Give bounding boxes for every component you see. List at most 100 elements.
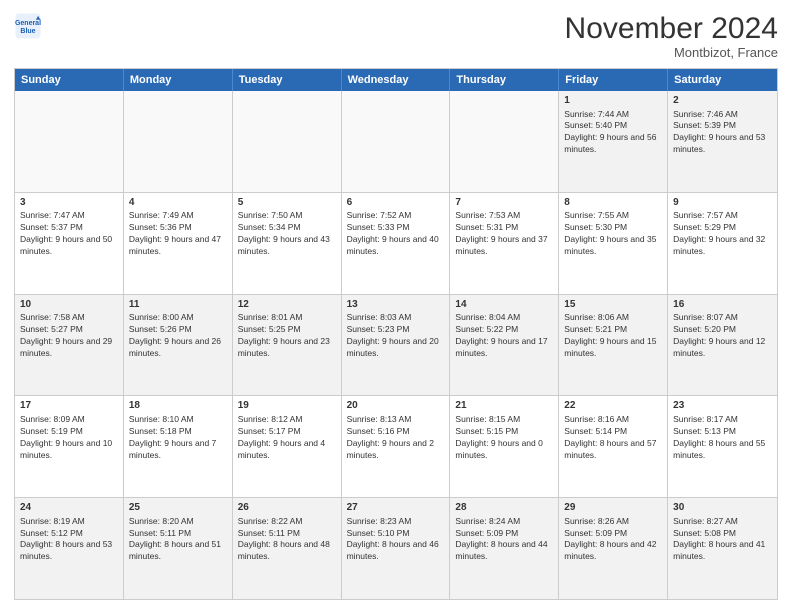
weekday-header: Tuesday (233, 69, 342, 91)
logo: General Blue (14, 12, 42, 40)
calendar-cell: 6Sunrise: 7:52 AM Sunset: 5:33 PM Daylig… (342, 193, 451, 294)
calendar-cell: 26Sunrise: 8:22 AM Sunset: 5:11 PM Dayli… (233, 498, 342, 599)
day-number: 6 (347, 196, 445, 210)
calendar-cell (342, 91, 451, 192)
calendar-cell (450, 91, 559, 192)
day-number: 24 (20, 501, 118, 515)
day-number: 8 (564, 196, 662, 210)
cell-content: Sunrise: 8:01 AM Sunset: 5:25 PM Dayligh… (238, 312, 336, 360)
day-number: 14 (455, 298, 553, 312)
day-number: 17 (20, 399, 118, 413)
day-number: 10 (20, 298, 118, 312)
cell-content: Sunrise: 8:27 AM Sunset: 5:08 PM Dayligh… (673, 516, 772, 564)
cell-content: Sunrise: 8:15 AM Sunset: 5:15 PM Dayligh… (455, 414, 553, 462)
day-number: 11 (129, 298, 227, 312)
day-number: 15 (564, 298, 662, 312)
day-number: 4 (129, 196, 227, 210)
cell-content: Sunrise: 8:06 AM Sunset: 5:21 PM Dayligh… (564, 312, 662, 360)
day-number: 7 (455, 196, 553, 210)
calendar-cell: 28Sunrise: 8:24 AM Sunset: 5:09 PM Dayli… (450, 498, 559, 599)
cell-content: Sunrise: 8:07 AM Sunset: 5:20 PM Dayligh… (673, 312, 772, 360)
calendar-cell: 20Sunrise: 8:13 AM Sunset: 5:16 PM Dayli… (342, 396, 451, 497)
calendar-row: 17Sunrise: 8:09 AM Sunset: 5:19 PM Dayli… (15, 396, 777, 498)
cell-content: Sunrise: 8:16 AM Sunset: 5:14 PM Dayligh… (564, 414, 662, 462)
calendar-cell: 1Sunrise: 7:44 AM Sunset: 5:40 PM Daylig… (559, 91, 668, 192)
weekday-header: Wednesday (342, 69, 451, 91)
cell-content: Sunrise: 8:20 AM Sunset: 5:11 PM Dayligh… (129, 516, 227, 564)
weekday-header: Friday (559, 69, 668, 91)
day-number: 13 (347, 298, 445, 312)
calendar-row: 1Sunrise: 7:44 AM Sunset: 5:40 PM Daylig… (15, 91, 777, 193)
calendar-cell: 3Sunrise: 7:47 AM Sunset: 5:37 PM Daylig… (15, 193, 124, 294)
calendar-cell: 8Sunrise: 7:55 AM Sunset: 5:30 PM Daylig… (559, 193, 668, 294)
cell-content: Sunrise: 8:03 AM Sunset: 5:23 PM Dayligh… (347, 312, 445, 360)
day-number: 19 (238, 399, 336, 413)
calendar-cell: 2Sunrise: 7:46 AM Sunset: 5:39 PM Daylig… (668, 91, 777, 192)
cell-content: Sunrise: 7:53 AM Sunset: 5:31 PM Dayligh… (455, 210, 553, 258)
day-number: 18 (129, 399, 227, 413)
day-number: 23 (673, 399, 772, 413)
calendar: SundayMondayTuesdayWednesdayThursdayFrid… (14, 68, 778, 600)
calendar-cell: 22Sunrise: 8:16 AM Sunset: 5:14 PM Dayli… (559, 396, 668, 497)
cell-content: Sunrise: 8:19 AM Sunset: 5:12 PM Dayligh… (20, 516, 118, 564)
cell-content: Sunrise: 8:10 AM Sunset: 5:18 PM Dayligh… (129, 414, 227, 462)
cell-content: Sunrise: 8:04 AM Sunset: 5:22 PM Dayligh… (455, 312, 553, 360)
day-number: 5 (238, 196, 336, 210)
day-number: 26 (238, 501, 336, 515)
day-number: 29 (564, 501, 662, 515)
cell-content: Sunrise: 7:58 AM Sunset: 5:27 PM Dayligh… (20, 312, 118, 360)
calendar-cell: 25Sunrise: 8:20 AM Sunset: 5:11 PM Dayli… (124, 498, 233, 599)
day-number: 28 (455, 501, 553, 515)
cell-content: Sunrise: 7:44 AM Sunset: 5:40 PM Dayligh… (564, 109, 662, 157)
cell-content: Sunrise: 7:55 AM Sunset: 5:30 PM Dayligh… (564, 210, 662, 258)
calendar-cell: 14Sunrise: 8:04 AM Sunset: 5:22 PM Dayli… (450, 295, 559, 396)
day-number: 30 (673, 501, 772, 515)
calendar-cell: 7Sunrise: 7:53 AM Sunset: 5:31 PM Daylig… (450, 193, 559, 294)
calendar-row: 24Sunrise: 8:19 AM Sunset: 5:12 PM Dayli… (15, 498, 777, 599)
day-number: 2 (673, 94, 772, 108)
logo-icon: General Blue (14, 12, 42, 40)
calendar-cell: 12Sunrise: 8:01 AM Sunset: 5:25 PM Dayli… (233, 295, 342, 396)
cell-content: Sunrise: 7:50 AM Sunset: 5:34 PM Dayligh… (238, 210, 336, 258)
page: General Blue November 2024 Montbizot, Fr… (0, 0, 792, 612)
calendar-row: 3Sunrise: 7:47 AM Sunset: 5:37 PM Daylig… (15, 193, 777, 295)
calendar-cell: 13Sunrise: 8:03 AM Sunset: 5:23 PM Dayli… (342, 295, 451, 396)
weekday-header: Sunday (15, 69, 124, 91)
calendar-cell (124, 91, 233, 192)
month-title: November 2024 (565, 12, 778, 45)
cell-content: Sunrise: 7:57 AM Sunset: 5:29 PM Dayligh… (673, 210, 772, 258)
cell-content: Sunrise: 8:26 AM Sunset: 5:09 PM Dayligh… (564, 516, 662, 564)
calendar-row: 10Sunrise: 7:58 AM Sunset: 5:27 PM Dayli… (15, 295, 777, 397)
cell-content: Sunrise: 8:12 AM Sunset: 5:17 PM Dayligh… (238, 414, 336, 462)
calendar-cell: 23Sunrise: 8:17 AM Sunset: 5:13 PM Dayli… (668, 396, 777, 497)
cell-content: Sunrise: 7:52 AM Sunset: 5:33 PM Dayligh… (347, 210, 445, 258)
calendar-cell: 24Sunrise: 8:19 AM Sunset: 5:12 PM Dayli… (15, 498, 124, 599)
cell-content: Sunrise: 8:24 AM Sunset: 5:09 PM Dayligh… (455, 516, 553, 564)
cell-content: Sunrise: 8:13 AM Sunset: 5:16 PM Dayligh… (347, 414, 445, 462)
calendar-cell: 17Sunrise: 8:09 AM Sunset: 5:19 PM Dayli… (15, 396, 124, 497)
calendar-cell: 29Sunrise: 8:26 AM Sunset: 5:09 PM Dayli… (559, 498, 668, 599)
day-number: 22 (564, 399, 662, 413)
day-number: 27 (347, 501, 445, 515)
cell-content: Sunrise: 8:23 AM Sunset: 5:10 PM Dayligh… (347, 516, 445, 564)
cell-content: Sunrise: 7:49 AM Sunset: 5:36 PM Dayligh… (129, 210, 227, 258)
calendar-header: SundayMondayTuesdayWednesdayThursdayFrid… (15, 69, 777, 91)
calendar-cell: 9Sunrise: 7:57 AM Sunset: 5:29 PM Daylig… (668, 193, 777, 294)
weekday-header: Saturday (668, 69, 777, 91)
day-number: 21 (455, 399, 553, 413)
calendar-cell: 4Sunrise: 7:49 AM Sunset: 5:36 PM Daylig… (124, 193, 233, 294)
svg-text:General: General (15, 20, 41, 27)
day-number: 12 (238, 298, 336, 312)
calendar-cell: 10Sunrise: 7:58 AM Sunset: 5:27 PM Dayli… (15, 295, 124, 396)
day-number: 1 (564, 94, 662, 108)
calendar-cell: 5Sunrise: 7:50 AM Sunset: 5:34 PM Daylig… (233, 193, 342, 294)
calendar-cell: 27Sunrise: 8:23 AM Sunset: 5:10 PM Dayli… (342, 498, 451, 599)
calendar-cell: 30Sunrise: 8:27 AM Sunset: 5:08 PM Dayli… (668, 498, 777, 599)
calendar-cell: 19Sunrise: 8:12 AM Sunset: 5:17 PM Dayli… (233, 396, 342, 497)
cell-content: Sunrise: 7:46 AM Sunset: 5:39 PM Dayligh… (673, 109, 772, 157)
weekday-header: Thursday (450, 69, 559, 91)
cell-content: Sunrise: 7:47 AM Sunset: 5:37 PM Dayligh… (20, 210, 118, 258)
day-number: 25 (129, 501, 227, 515)
cell-content: Sunrise: 8:00 AM Sunset: 5:26 PM Dayligh… (129, 312, 227, 360)
location: Montbizot, France (565, 45, 778, 60)
